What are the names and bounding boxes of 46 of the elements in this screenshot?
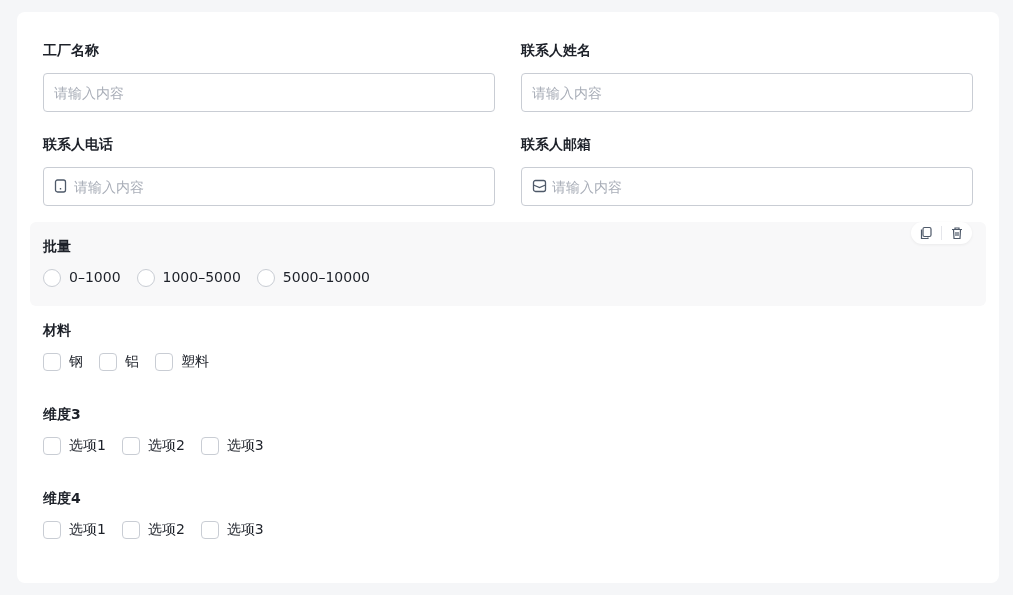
- option-label[interactable]: 1000–5000: [162, 267, 241, 288]
- group-label: 维度4: [43, 489, 82, 508]
- checkbox[interactable]: [200, 520, 219, 539]
- checkbox[interactable]: [155, 352, 173, 371]
- selected-question-group[interactable]: 批量 0–1000 1000–5000 5000–10000: [30, 222, 986, 306]
- checkbox[interactable]: [200, 436, 219, 455]
- field-label: 工厂名称: [43, 41, 100, 60]
- option-label[interactable]: 0–1000: [69, 267, 121, 288]
- option-label[interactable]: 选项1: [69, 435, 106, 456]
- option-label[interactable]: 5000–10000: [282, 267, 370, 288]
- input-field[interactable]: 请输入内容: [521, 167, 973, 206]
- checkbox[interactable]: [43, 520, 61, 539]
- option-label[interactable]: 铝: [125, 351, 139, 372]
- option-label[interactable]: 选项2: [147, 519, 185, 540]
- field-label: 联系人电话: [43, 135, 114, 154]
- option-label[interactable]: 选项2: [147, 435, 185, 456]
- checkbox[interactable]: [43, 436, 61, 455]
- option-label[interactable]: 钢: [69, 351, 83, 372]
- checkbox[interactable]: [121, 436, 140, 455]
- group-label: 批量: [43, 237, 72, 256]
- field-label: 联系人邮箱: [521, 135, 592, 154]
- option-label[interactable]: 选项3: [226, 519, 264, 540]
- radio-button[interactable]: [136, 268, 155, 287]
- question-group[interactable]: 维度4 选项1 选项2 选项3: [30, 474, 986, 558]
- copy-icon: [919, 226, 933, 240]
- radio-button[interactable]: [43, 268, 61, 287]
- delete-button[interactable]: [950, 226, 964, 240]
- input-field[interactable]: 请输入内容: [43, 167, 495, 206]
- trash-icon: [950, 226, 964, 240]
- input-field[interactable]: 请输入内容: [521, 73, 973, 112]
- option-label[interactable]: 选项3: [226, 435, 264, 456]
- radio-button[interactable]: [256, 268, 275, 287]
- checkbox[interactable]: [99, 352, 117, 371]
- question-group[interactable]: 材料 钢 铝 塑料: [30, 306, 986, 390]
- phone-icon: [54, 179, 67, 193]
- checkbox[interactable]: [121, 520, 140, 539]
- option-label[interactable]: 选项1: [69, 519, 106, 540]
- copy-button[interactable]: [919, 226, 933, 240]
- option-label[interactable]: 塑料: [181, 351, 209, 372]
- group-label: 维度3: [43, 405, 82, 424]
- checkbox[interactable]: [43, 352, 61, 371]
- group-label: 材料: [43, 321, 72, 340]
- question-group[interactable]: 维度3 选项1 选项2 选项3: [30, 390, 986, 474]
- field-label: 联系人姓名: [521, 41, 592, 60]
- mail-icon: [532, 179, 547, 193]
- input-field[interactable]: 请输入内容: [43, 73, 495, 112]
